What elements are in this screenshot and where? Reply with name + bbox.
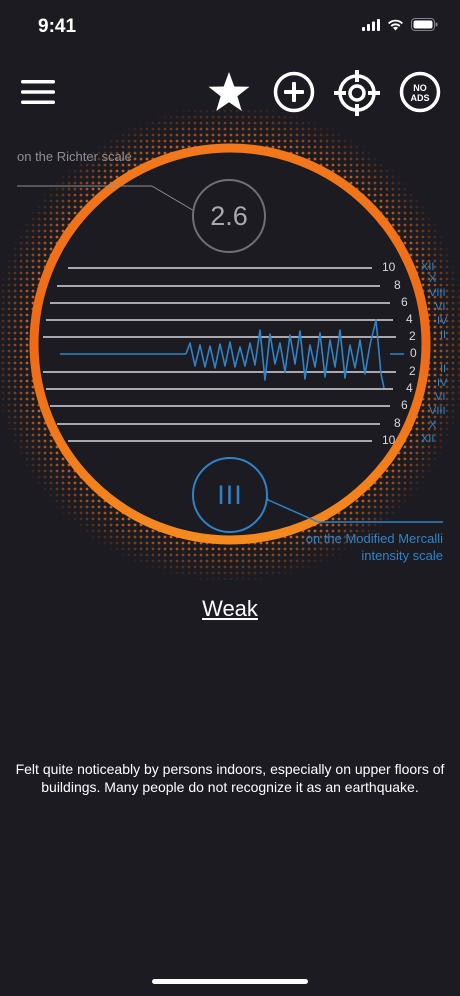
mercalli-numeral: X xyxy=(429,273,437,285)
scale-number: 10 xyxy=(382,260,396,274)
add-location-button[interactable] xyxy=(272,70,316,114)
no-ads-icon: NO ADS xyxy=(399,71,441,113)
menu-button[interactable] xyxy=(18,76,58,108)
star-icon xyxy=(208,72,250,111)
intensity-label[interactable]: Weak xyxy=(0,596,460,622)
scale-number: 4 xyxy=(406,312,413,326)
scale-number: 6 xyxy=(401,398,408,412)
scale-number: 10 xyxy=(382,433,396,447)
favorite-button[interactable] xyxy=(206,70,252,114)
hamburger-menu-icon xyxy=(21,80,55,104)
richter-caption: on the Richter scale xyxy=(17,149,132,164)
status-bar: 9:41 xyxy=(0,0,460,54)
scale-number: 2 xyxy=(409,364,416,378)
mercalli-numeral: VI xyxy=(435,391,445,403)
mercalli-numeral: VI xyxy=(435,301,445,313)
status-icons xyxy=(362,18,438,31)
scale-number: 8 xyxy=(394,416,401,430)
no-ads-bottom-label: ADS xyxy=(410,93,429,103)
signal-icon xyxy=(362,18,380,31)
mercalli-numeral: VIII xyxy=(429,405,446,417)
mercalli-numeral: IV xyxy=(437,315,448,327)
scale-number: 4 xyxy=(406,381,413,395)
mercalli-numeral: VIII xyxy=(429,287,446,299)
mercalli-intensity-badge[interactable]: III xyxy=(192,457,268,533)
mercalli-numeral: XII xyxy=(421,261,434,273)
scale-number-zero: 0 xyxy=(410,346,417,360)
home-indicator[interactable] xyxy=(152,979,308,984)
intensity-description: Felt quite noticeably by persons indoors… xyxy=(15,761,445,795)
battery-icon xyxy=(411,18,438,31)
scale-number: 6 xyxy=(401,295,408,309)
mercalli-caption: on the Modified Mercalli intensity scale xyxy=(305,531,443,563)
wifi-icon xyxy=(388,19,403,30)
mercalli-numeral: II xyxy=(440,329,446,341)
plus-circle-icon xyxy=(273,71,315,113)
mercalli-numeral: XII xyxy=(421,433,434,445)
scale-number: 2 xyxy=(409,329,416,343)
mercalli-numeral: II xyxy=(440,363,446,375)
mercalli-numeral: X xyxy=(429,419,437,431)
mercalli-numeral: IV xyxy=(437,377,448,389)
richter-magnitude-badge[interactable]: 2.6 xyxy=(192,179,266,253)
scale-number: 8 xyxy=(394,278,401,292)
status-time: 9:41 xyxy=(38,16,77,37)
no-ads-button[interactable]: NO ADS xyxy=(398,70,442,114)
no-ads-top-label: NO xyxy=(413,83,427,93)
